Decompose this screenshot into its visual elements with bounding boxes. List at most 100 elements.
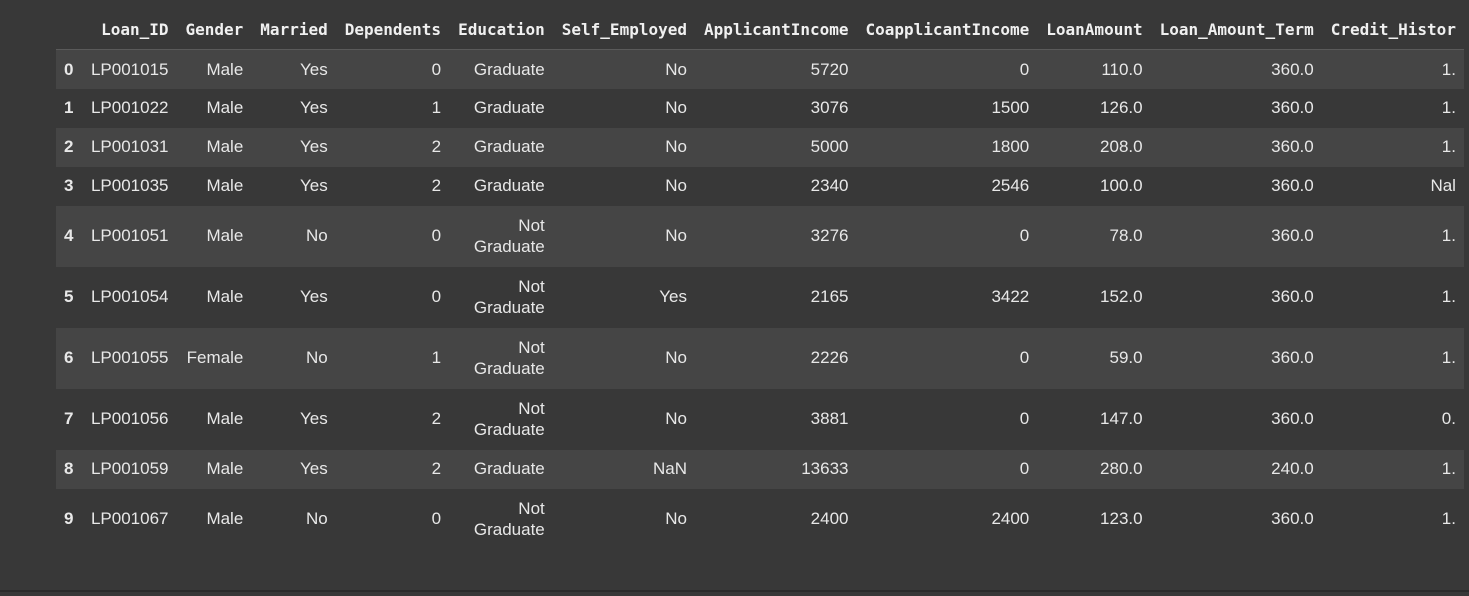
cell-gender: Male — [206, 98, 244, 118]
cell-applicantincome: 13633 — [801, 459, 849, 479]
cell-self-employed: No — [665, 176, 687, 196]
table-row: 0 LP001015 Male Yes 0 Graduate No 5720 0 110.0 360… — [56, 49, 1465, 89]
cell-dependents: 0 — [431, 287, 442, 307]
cell-credit-history: 1. — [1441, 287, 1456, 307]
cell-dependents: 2 — [431, 137, 442, 157]
cell-credit-history: 1. — [1441, 348, 1456, 368]
notebook-output-area: Loan_ID Gender Married Dependents Education S… — [0, 0, 1469, 592]
row-index: 8 — [64, 459, 74, 479]
cell-loanamount: 123.0 — [1100, 509, 1143, 529]
cell-education: Not Graduate — [473, 215, 545, 257]
cell-loanamount: 59.0 — [1109, 348, 1143, 368]
cell-gender: Male — [206, 226, 244, 246]
cell-applicantincome: 3881 — [810, 409, 849, 429]
cell-dependents: 0 — [431, 509, 442, 529]
cell-coapplicantincome: 0 — [1019, 348, 1030, 368]
table-row: 3 LP001035 Male Yes 2 Graduate No 2340 2546 100.0… — [56, 166, 1465, 206]
cell-loanamount: 100.0 — [1100, 176, 1143, 196]
cell-loan-amount-term: 360.0 — [1271, 137, 1314, 157]
cell-applicantincome: 5000 — [810, 137, 849, 157]
cell-gender: Male — [206, 59, 244, 79]
cell-education: Graduate — [473, 459, 545, 479]
table-row: 5 LP001054 Male Yes 0 Not Graduate Yes 2165 3422… — [56, 266, 1465, 328]
row-index: 0 — [64, 59, 74, 79]
cell-dependents: 0 — [431, 226, 442, 246]
cell-coapplicantincome: 0 — [1019, 409, 1030, 429]
cell-coapplicantincome: 0 — [1019, 226, 1030, 246]
cell-loanamount: 78.0 — [1109, 226, 1143, 246]
cell-loan-id: LP001059 — [90, 459, 169, 479]
column-header: CoapplicantIncome — [857, 10, 1038, 50]
cell-applicantincome: 2340 — [810, 176, 849, 196]
cell-credit-history: 1. — [1441, 137, 1456, 157]
cell-credit-history: 1. — [1441, 509, 1456, 529]
cell-married: Yes — [300, 137, 328, 157]
cell-loan-amount-term: 360.0 — [1271, 176, 1314, 196]
cell-applicantincome: 2165 — [810, 287, 849, 307]
cell-education: Not Graduate — [473, 498, 545, 540]
cell-credit-history: 1. — [1441, 226, 1456, 246]
cell-credit-history: 1. — [1441, 59, 1456, 79]
cell-coapplicantincome: 2546 — [991, 176, 1030, 196]
cell-education: Graduate — [473, 176, 545, 196]
header-row: Loan_ID Gender Married Dependents Education S… — [56, 10, 1465, 50]
cell-loanamount: 280.0 — [1100, 459, 1143, 479]
cell-coapplicantincome: 1800 — [991, 137, 1030, 157]
cell-coapplicantincome: 0 — [1019, 59, 1030, 79]
cell-loan-id: LP001054 — [90, 287, 169, 307]
table-row: 8 LP001059 Male Yes 2 Graduate NaN 13633 0 280.0 2… — [56, 449, 1465, 489]
cell-loan-amount-term: 360.0 — [1271, 226, 1314, 246]
cell-education: Not Graduate — [473, 276, 545, 318]
cell-applicantincome: 3076 — [810, 98, 849, 118]
cell-education: Not Graduate — [473, 337, 545, 379]
cell-gender: Male — [206, 176, 244, 196]
row-index: 7 — [64, 409, 74, 429]
cell-self-employed: No — [665, 348, 687, 368]
table-row: 9 LP001067 Male No 0 Not Graduate No 2400 2400 12… — [56, 488, 1465, 550]
cell-applicantincome: 2400 — [810, 509, 849, 529]
cell-loan-id: LP001056 — [90, 409, 169, 429]
table-row: 4 LP001051 Male No 0 Not Graduate No 3276 0 78.0 3… — [56, 205, 1465, 267]
cell-loan-amount-term: 360.0 — [1271, 348, 1314, 368]
cell-self-employed: No — [665, 98, 687, 118]
cell-self-employed: Yes — [659, 287, 687, 307]
cell-self-employed: No — [665, 137, 687, 157]
cell-coapplicantincome: 0 — [1019, 459, 1030, 479]
cell-applicantincome: 5720 — [810, 59, 849, 79]
column-header: Married — [251, 10, 337, 50]
cell-loan-id: LP001035 — [90, 176, 169, 196]
cell-married: Yes — [300, 409, 328, 429]
cell-credit-history: 0. — [1441, 409, 1456, 429]
cell-dependents: 2 — [431, 409, 442, 429]
cell-loanamount: 126.0 — [1100, 98, 1143, 118]
cell-married: No — [306, 509, 328, 529]
cell-married: Yes — [300, 59, 328, 79]
cell-married: No — [306, 348, 328, 368]
column-header: ApplicantIncome — [695, 10, 857, 50]
cell-gender: Male — [206, 459, 244, 479]
cell-self-employed: No — [665, 409, 687, 429]
row-index: 2 — [64, 137, 74, 157]
table-body: 0 LP001015 Male Yes 0 Graduate No 5720 0 110.0 360… — [56, 49, 1465, 550]
cell-dependents: 1 — [431, 98, 442, 118]
cell-loanamount: 110.0 — [1101, 59, 1143, 79]
cell-credit-history: Nal — [1430, 176, 1456, 196]
cell-gender: Male — [206, 509, 244, 529]
cell-education: Not Graduate — [473, 398, 545, 440]
cell-married: Yes — [300, 176, 328, 196]
cell-loan-id: LP001067 — [90, 509, 169, 529]
dataframe-table: Loan_ID Gender Married Dependents Education S… — [56, 10, 1465, 550]
table-row: 1 LP001022 Male Yes 1 Graduate No 3076 1500 126.0… — [56, 88, 1465, 128]
cell-loan-amount-term: 360.0 — [1271, 59, 1314, 79]
cell-married: Yes — [300, 459, 328, 479]
column-header: Gender — [177, 10, 252, 50]
column-header: Loan_Amount_Term — [1151, 10, 1323, 50]
row-index: 1 — [64, 98, 74, 118]
cell-education: Graduate — [473, 59, 545, 79]
cell-education: Graduate — [473, 98, 545, 118]
dataframe-container[interactable]: Loan_ID Gender Married Dependents Education S… — [56, 10, 1469, 550]
cell-applicantincome: 2226 — [810, 348, 849, 368]
cell-loanamount: 147.0 — [1100, 409, 1143, 429]
row-index: 3 — [64, 176, 74, 196]
cell-loanamount: 152.0 — [1100, 287, 1143, 307]
